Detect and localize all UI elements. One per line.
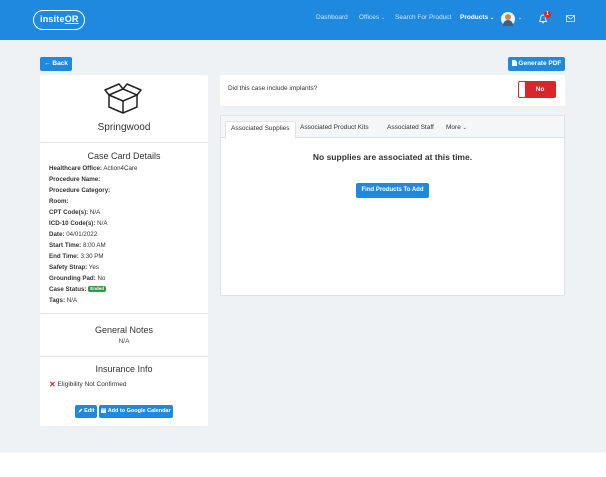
top-navbar: insiteOR Dashboard Offices ⌄ Search For … (0, 0, 606, 40)
detail-value: Yes (88, 264, 99, 271)
implants-toggle-label: No (535, 86, 545, 93)
detail-label: Tags: (49, 297, 66, 304)
detail-value: 3:30 PM (80, 253, 104, 260)
detail-label: Procedure Category: (49, 187, 111, 194)
detail-tags: Tags: N/A (49, 297, 77, 304)
detail-value: N/A (89, 209, 101, 216)
empty-supplies-message: No supplies are associated at this time. (312, 152, 473, 162)
case-card-details-title: Case Card Details (87, 151, 161, 161)
nav-products-label: Products (460, 14, 489, 21)
associations-card: Associated Supplies Associated Product K… (220, 115, 565, 296)
tab-associated-product-kits[interactable]: Associated Product Kits (300, 121, 369, 139)
detail-label: Safety Strap: (49, 264, 88, 271)
tab-bar: Associated Supplies Associated Product K… (221, 116, 564, 139)
detail-safety-strap: Safety Strap: Yes (49, 264, 99, 271)
tab-associated-supplies[interactable]: Associated Supplies (225, 121, 296, 139)
detail-value: Action4Care (103, 165, 138, 172)
find-products-button[interactable]: Find Products To Add (356, 183, 429, 198)
detail-case-status: Case Status: Ended (49, 286, 106, 293)
general-notes-title: General Notes (94, 325, 154, 335)
detail-end-time: End Time: 3:30 PM (49, 253, 104, 260)
file-pdf-icon (511, 60, 517, 66)
nav-offices[interactable]: Offices ⌄ (359, 14, 385, 21)
close-icon: ✕ (49, 380, 56, 389)
tab-associated-staff[interactable]: Associated Staff (387, 121, 434, 139)
case-name: Springwood (97, 122, 151, 133)
divider (40, 142, 208, 143)
detail-value: No (97, 275, 106, 282)
detail-label: Room: (49, 198, 69, 205)
nav-products[interactable]: Products ⌄ (460, 14, 494, 21)
chevron-down-icon: ⌄ (462, 125, 467, 131)
detail-icd10-codes: ICD-10 Code(s): N/A (49, 220, 107, 227)
detail-date: Date: 04/01/2022 (49, 231, 97, 238)
box-icon (104, 83, 142, 114)
detail-grounding-pad: Grounding Pad: No (49, 275, 105, 282)
detail-label: ICD-10 Code(s): (49, 220, 96, 227)
detail-label: Grounding Pad: (49, 275, 96, 282)
add-to-google-calendar-button[interactable]: Add to Google Calendar (99, 405, 173, 418)
divider (40, 356, 208, 357)
detail-healthcare-office: Healthcare Office: Action4Care (49, 165, 137, 172)
eligibility-label: Eligibility Not Confirmed (57, 381, 127, 388)
edit-button[interactable]: Edit (75, 405, 97, 418)
detail-value: N/A (97, 220, 108, 227)
divider (40, 313, 208, 314)
chevron-down-icon: ⌄ (489, 15, 495, 21)
detail-label: Healthcare Office: (49, 165, 102, 172)
edit-label: Edit (84, 408, 95, 414)
implants-card: Did this case include implants? No (220, 75, 565, 106)
logo-text: insite (40, 14, 65, 24)
general-notes-value: N/A (118, 338, 130, 345)
nav-search-for-product[interactable]: Search For Product (395, 14, 451, 21)
logo-or: OR (64, 14, 79, 24)
detail-value: 8:00 AM (82, 242, 106, 249)
tab-more-label: More (446, 124, 461, 131)
insiteor-logo[interactable]: insiteOR (33, 10, 85, 30)
edit-icon (78, 408, 83, 412)
detail-label: CPT Code(s): (49, 209, 89, 216)
notification-badge: 1 (544, 11, 551, 18)
chevron-down-icon: ⌄ (380, 15, 386, 21)
status-badge: Ended (88, 286, 106, 293)
detail-procedure-name: Procedure Name: (49, 176, 100, 183)
detail-label: Date: (49, 231, 65, 238)
detail-start-time: Start Time: 8:00 AM (49, 242, 106, 249)
generate-pdf-label: Generate PDF (518, 60, 562, 67)
implants-question: Did this case include implants? (228, 85, 318, 92)
detail-label: Case Status: (49, 286, 87, 293)
nav-offices-label: Offices (359, 14, 380, 21)
chevron-down-icon[interactable]: ⌄ (518, 15, 522, 21)
case-card: Springwood Case Card Details Healthcare … (40, 75, 208, 426)
insurance-info-title: Insurance Info (95, 364, 153, 374)
detail-value: N/A (66, 297, 78, 304)
detail-label: Start Time: (49, 242, 82, 249)
mail-icon[interactable] (566, 15, 575, 22)
add-to-google-calendar-label: Add to Google Calendar (107, 408, 171, 414)
implants-toggle[interactable]: No (518, 81, 556, 98)
user-avatar[interactable] (501, 12, 515, 26)
detail-label: End Time: (49, 253, 79, 260)
avatar-body (503, 20, 513, 26)
eligibility-status: ✕ Eligibility Not Confirmed (49, 380, 127, 389)
generate-pdf-button[interactable]: Generate PDF (508, 57, 565, 71)
detail-label: Procedure Name: (49, 176, 101, 183)
detail-procedure-category: Procedure Category: (49, 187, 110, 194)
detail-room: Room: (49, 198, 69, 205)
detail-cpt-codes: CPT Code(s): N/A (49, 209, 100, 216)
tab-more[interactable]: More ⌄ (446, 121, 467, 139)
detail-value: 04/01/2022 (66, 231, 98, 238)
calendar-icon (101, 408, 107, 413)
nav-dashboard[interactable]: Dashboard (316, 14, 348, 21)
back-button[interactable]: ← Back (40, 57, 72, 71)
